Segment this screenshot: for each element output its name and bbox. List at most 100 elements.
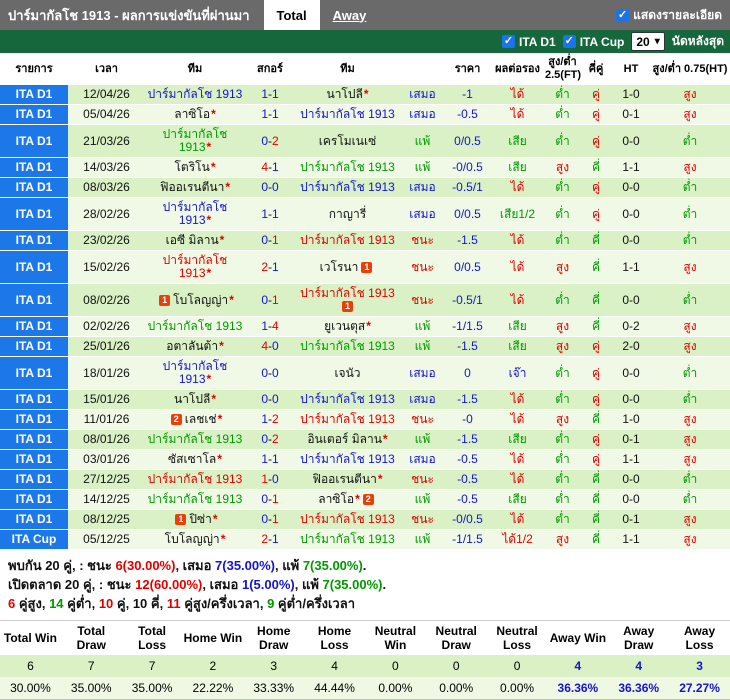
score-cell: 2-1 (245, 529, 295, 550)
home-goals: 0 (261, 365, 268, 380)
score-cell: 0-0 (245, 177, 295, 198)
over-under-25-cell: ต่ำ (545, 469, 580, 490)
match-date: 12/04/26 (68, 85, 145, 105)
away-goals: 2 (272, 133, 279, 148)
score-cell: 0-1 (245, 489, 295, 510)
checkbox-checked-icon[interactable]: ✓ (502, 35, 516, 48)
odd-even-cell: คู่ (580, 85, 612, 105)
ht-score-cell: 0-2 (612, 316, 650, 337)
result-cell: เสมอ (400, 356, 445, 390)
summary-segment: 7(35.00%) (322, 577, 383, 592)
handicap-odds-cell: -1.5 (445, 336, 490, 357)
team-name: ปาร์มากัลโช 1913 (147, 492, 243, 506)
team-name: ฟิออเรนตีนา (159, 180, 225, 194)
match-date: 27/12/25 (68, 469, 145, 490)
home-goals: 4 (261, 339, 268, 353)
team-name: ปาร์มากัลโช 1913 (300, 392, 395, 406)
favorite-star-icon: * (206, 372, 212, 386)
score-cell: 0-0 (245, 356, 295, 390)
away-team-cell: อินเตอร์ มิลาน* (295, 429, 400, 450)
league-badge: ITA D1 (0, 409, 68, 430)
result-cell: เสมอ (400, 197, 445, 231)
filter-ita-d1[interactable]: ✓ ITA D1 (502, 35, 556, 49)
away-goals: 0 (272, 339, 279, 353)
stats-column-header: Away Win (547, 620, 609, 655)
match-row: ITA D1 08/01/26 ปาร์มากัลโช 1913 0-2 อินเตอร… (0, 429, 730, 450)
red-card-icon: 1 (175, 514, 187, 525)
over-under-075-ht-cell: สูง (650, 104, 730, 125)
result-cell: ชนะ (400, 230, 445, 251)
handicap-result-cell: เสีย1/2 (490, 197, 545, 231)
away-goals: 2 (272, 432, 279, 446)
team-name: นาโปลี (326, 87, 363, 101)
handicap-odds-cell: 0 (445, 356, 490, 390)
favorite-star-icon: * (219, 233, 225, 247)
handicap-result-cell: เสีย (490, 336, 545, 357)
result-label: ชนะ (411, 259, 434, 274)
over-under-075-ht-cell: สูง (650, 449, 730, 470)
match-row: ITA D1 25/01/26 อตาลันต้า* 4-0 ปาร์มากัลโช 1… (0, 336, 730, 357)
score-cell: 0-1 (245, 230, 295, 251)
odd-even-cell: คู่ (580, 104, 612, 125)
over-under-25-cell: ต่ำ (545, 230, 580, 251)
away-team-cell: ปาร์มากัลโช 19131 (295, 283, 400, 317)
column-header: คี่คู่ (580, 53, 612, 85)
home-goals: 0 (261, 392, 268, 406)
stats-percents-row: 30.00% 35.00% 35.00% 22.22% 33.33% 44.44% 0.00… (0, 677, 730, 700)
checkbox-checked-icon[interactable]: ✓ (616, 8, 630, 22)
team-name: กาญารี่ (328, 206, 367, 221)
handicap-odds-cell: 0/0.5 (445, 250, 490, 284)
checkbox-checked-icon[interactable]: ✓ (562, 35, 576, 48)
favorite-star-icon: * (225, 180, 231, 194)
home-team-cell: โตริโน* (145, 157, 245, 178)
filter-ita-cup[interactable]: ✓ ITA Cup (562, 35, 624, 49)
stats-count-value: 4 (608, 655, 670, 677)
team-name: ปาร์มากัลโช 1913 (147, 472, 243, 486)
tab-away[interactable]: Away (320, 0, 380, 30)
over-under-075-ht-cell: สูง (650, 429, 730, 450)
odd-even-cell: คู่ (580, 449, 612, 470)
match-row: ITA D1 14/12/25 ปาร์มากัลโช 1913 0-1 ลาซิโอ*… (0, 489, 730, 510)
stats-count-value: 3 (669, 655, 730, 677)
stats-percent-value: 22.22% (182, 677, 244, 700)
league-badge: ITA D1 (0, 197, 68, 231)
handicap-result-cell: ได้ (490, 469, 545, 490)
over-under-25-cell: ต่ำ (545, 449, 580, 470)
handicap-odds-cell: -1 (445, 85, 490, 105)
home-goals: 4 (261, 160, 268, 174)
handicap-result-cell: ได้ (490, 409, 545, 430)
summary-segment: คู่, : ชนะ (79, 577, 136, 592)
away-goals: 1 (272, 233, 279, 247)
match-date: 11/01/26 (68, 409, 145, 430)
tab-total[interactable]: Total (263, 0, 320, 30)
odd-even-cell: คี่ (580, 489, 612, 510)
summary-segment: 10 (98, 596, 114, 611)
odd-even-cell: คี่ (580, 230, 612, 251)
odd-even-cell: คู่ (580, 177, 612, 198)
league-badge: ITA D1 (0, 489, 68, 510)
recent-count-select[interactable]: 20 ▾ (631, 32, 665, 51)
score-cell: 0-2 (245, 124, 295, 158)
home-goals: 1 (261, 412, 268, 426)
league-badge: ITA Cup (0, 529, 68, 550)
away-team-cell: ยูเวนตุส* (295, 316, 400, 337)
result-cell: เสมอ (400, 85, 445, 105)
match-date: 08/02/26 (68, 283, 145, 317)
match-row: ITA D1 15/02/26 ปาร์มากัลโช 1913* 2-1 เวโรนา… (0, 250, 730, 284)
away-team-cell: ปาร์มากัลโช 1913 (295, 509, 400, 530)
away-team-cell: ปาร์มากัลโช 1913 (295, 230, 400, 251)
show-details-toggle[interactable]: ✓ แสดงรายละเอียด (616, 0, 730, 30)
result-cell: แพ้ (400, 336, 445, 357)
match-date: 14/12/25 (68, 489, 145, 510)
summary-segment: 7(35.00%) (302, 558, 363, 573)
score-cell: 0-1 (245, 283, 295, 317)
handicap-odds-cell: -0.5 (445, 104, 490, 125)
recent-count-value: 20 (636, 34, 650, 49)
home-goals: 0 (261, 133, 268, 148)
score-cell: 4-1 (245, 157, 295, 178)
handicap-result-cell: เสีย (490, 124, 545, 158)
match-date: 18/01/26 (68, 356, 145, 390)
match-row: ITA D1 11/01/26 2 เลชเช่* 1-2 ปาร์มากัลโช 191… (0, 409, 730, 430)
column-header: ทีม (295, 53, 400, 85)
summary-segment: คู่ต่ำ/ครึ่งเวลา (274, 596, 355, 611)
